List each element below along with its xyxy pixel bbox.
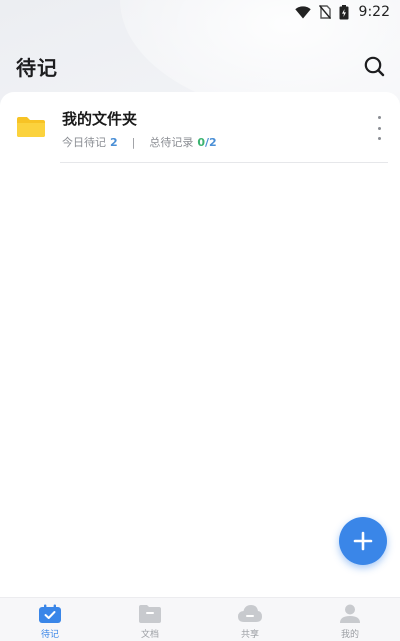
cloud-icon — [238, 604, 262, 622]
total-count: /2 — [205, 135, 217, 149]
status-time: 9:22 — [358, 4, 390, 20]
nav-tab-docs[interactable]: 文档 — [100, 598, 200, 641]
done-count: 0 — [197, 135, 206, 149]
more-options-button[interactable] — [372, 116, 386, 140]
folder-stats: 今日待记 2 | 总待记录 0 /2 — [62, 134, 217, 150]
folder-item[interactable]: 我的文件夹 今日待记 2 | 总待记录 0 /2 — [0, 102, 400, 164]
folder-list: 我的文件夹 今日待记 2 | 总待记录 0 /2 — [0, 92, 400, 597]
nav-label: 文档 — [140, 629, 159, 640]
wifi-icon — [294, 5, 311, 19]
stats-separator: | — [131, 135, 136, 149]
calendar-check-icon — [39, 604, 61, 623]
page-title: 待记 — [16, 55, 58, 80]
nav-tab-todo[interactable]: 待记 — [0, 598, 100, 641]
folder-icon — [16, 116, 46, 142]
divider — [60, 162, 388, 163]
nav-label: 共享 — [240, 629, 259, 640]
add-button[interactable] — [339, 517, 387, 565]
nav-tab-profile[interactable]: 我的 — [300, 598, 400, 641]
no-sim-icon — [318, 5, 331, 19]
search-icon — [364, 56, 385, 77]
more-dot-icon — [377, 116, 381, 119]
search-button[interactable] — [360, 52, 388, 80]
plus-icon — [353, 531, 373, 551]
bottom-navigation: 待记 文档 共享 我的 — [0, 597, 400, 641]
app-screen: 9:22 待记 我的文件夹 今日待记 2 | 总待记录 0 /2 待记 文档 共… — [0, 0, 400, 641]
today-count: 2 — [110, 135, 118, 149]
status-bar: 9:22 — [0, 0, 400, 24]
nav-tab-share[interactable]: 共享 — [200, 598, 300, 641]
total-label: 总待记录 — [149, 136, 194, 149]
app-header: 待记 — [0, 48, 400, 84]
today-label: 今日待记 — [62, 136, 106, 149]
user-icon — [340, 604, 360, 623]
folder-name: 我的文件夹 — [62, 110, 138, 128]
nav-label: 待记 — [40, 629, 59, 640]
more-dot-icon — [377, 126, 381, 130]
more-dot-icon — [377, 137, 381, 140]
battery-charging-icon — [339, 4, 349, 20]
nav-label: 我的 — [340, 629, 359, 640]
folder-doc-icon — [139, 604, 161, 623]
